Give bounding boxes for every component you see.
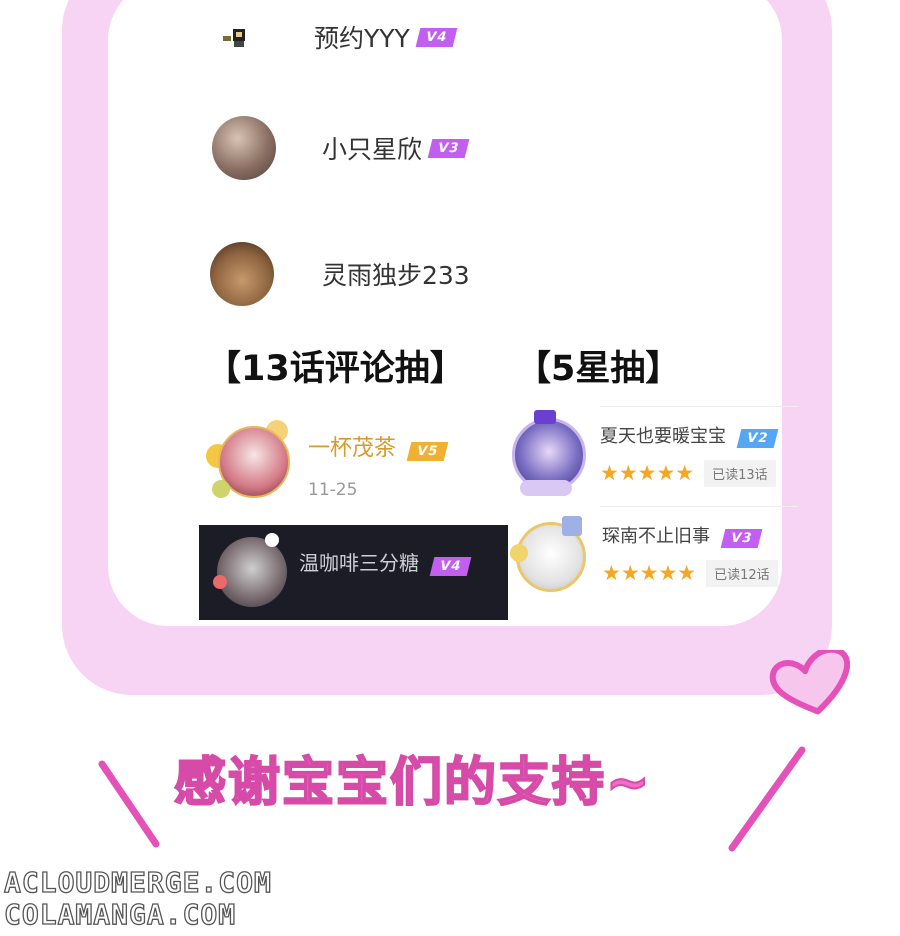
heart-icon — [769, 650, 850, 715]
section-title-five-star-draw: 【5星抽】 — [516, 349, 681, 389]
section-title-comment-draw: 【13话评论抽】 — [206, 349, 465, 389]
read-count-tag: 已读12话 — [706, 560, 778, 587]
username: 温咖啡三分糖 — [299, 551, 419, 575]
avatar-with-frame — [506, 410, 586, 498]
username: 夏天也要暖宝宝 — [600, 426, 726, 447]
list-item[interactable]: 预约YYY V4 — [218, 18, 458, 56]
username: 小只星欣 — [322, 135, 423, 164]
avatar-with-frame — [204, 418, 296, 500]
winner-info: 一杯茂茶 V5 11-25 — [308, 430, 449, 500]
level-badge: V3 — [427, 138, 470, 158]
frame-decoration — [265, 533, 279, 547]
avatar-with-frame — [508, 514, 588, 594]
winner-item[interactable]: 夏天也要暖宝宝 V2 ★★★★★ 已读13话 — [506, 410, 779, 498]
list-item[interactable]: 灵雨独步233 — [210, 242, 470, 306]
crown-icon — [534, 410, 556, 424]
username: 琛南不止旧事 — [602, 526, 710, 547]
winner-info: 琛南不止旧事 V3 ★★★★★ 已读12话 — [602, 522, 778, 587]
pixel-character-icon — [223, 29, 245, 47]
frame-decoration — [212, 480, 230, 498]
avatar — [212, 116, 276, 180]
avatar-with-frame — [211, 531, 291, 611]
username: 预约YYY — [314, 24, 410, 53]
level-badge: V5 — [406, 442, 449, 461]
dark-comment-card[interactable]: 温咖啡三分糖 V4 — [199, 525, 508, 620]
divider — [600, 506, 798, 507]
frame-decoration — [213, 575, 227, 589]
frame-decoration — [520, 480, 572, 496]
username: 灵雨独步233 — [322, 261, 470, 290]
winner-info: 夏天也要暖宝宝 V2 ★★★★★ 已读13话 — [600, 422, 779, 487]
winner-info: 温咖啡三分糖 V4 — [299, 547, 472, 576]
avatar — [217, 537, 287, 607]
left-slash-decoration — [98, 760, 160, 848]
level-badge: V3 — [720, 529, 763, 548]
username: 一杯茂茶 — [308, 436, 397, 461]
winner-item[interactable]: 一杯茂茶 V5 11-25 — [204, 418, 449, 500]
watermark: COLAMANGA.COM — [3, 897, 237, 931]
read-count-tag: 已读13话 — [704, 460, 776, 487]
winner-item[interactable]: 琛南不止旧事 V3 ★★★★★ 已读12话 — [508, 514, 778, 594]
comment-date: 11-25 — [308, 480, 358, 500]
five-star-rating: ★★★★★ — [602, 561, 697, 585]
level-badge: V4 — [429, 557, 472, 576]
avatar — [210, 242, 274, 306]
divider — [600, 406, 798, 407]
thanks-message: 感谢宝宝们的支持~ — [173, 752, 652, 814]
frame-decoration — [562, 516, 582, 536]
list-item[interactable]: 小只星欣 V3 — [212, 116, 470, 180]
level-badge: V4 — [415, 27, 458, 47]
avatar — [218, 18, 256, 56]
level-badge: V2 — [736, 429, 779, 448]
right-slash-decoration — [728, 746, 806, 852]
watermark: ACLOUDMERGE.COM — [3, 865, 272, 899]
frame-decoration — [510, 544, 528, 562]
five-star-rating: ★★★★★ — [600, 461, 695, 485]
